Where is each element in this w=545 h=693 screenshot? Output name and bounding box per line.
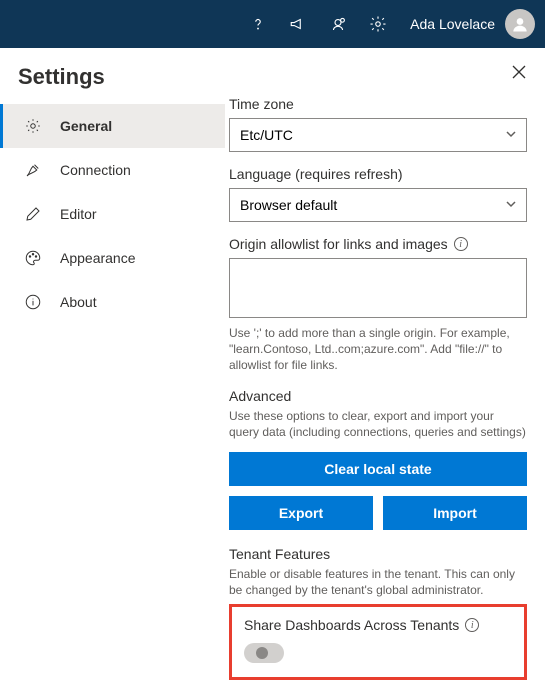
tenant-title: Tenant Features [229,546,527,562]
gear-icon [24,117,42,135]
share-dashboards-toggle[interactable] [244,643,284,663]
language-label: Language (requires refresh) [229,166,527,182]
help-icon[interactable] [240,6,276,42]
language-select[interactable]: Browser default [229,188,527,222]
nav-appearance[interactable]: Appearance [0,236,225,280]
user-name: Ada Lovelace [410,16,495,32]
timezone-label: Time zone [229,96,527,112]
pencil-icon [24,205,42,223]
settings-panel: Settings General Connection Editor Appea… [0,48,545,693]
gear-icon[interactable] [360,6,396,42]
nav-label: General [60,118,112,134]
sidebar: Settings General Connection Editor Appea… [0,48,225,693]
top-bar: Ada Lovelace [0,0,545,48]
import-button[interactable]: Import [383,496,527,530]
settings-title: Settings [0,64,225,104]
origin-hint: Use ';' to add more than a single origin… [229,325,527,374]
share-dashboards-callout: Share Dashboards Across Tenants i [229,604,527,680]
nav-connection[interactable]: Connection [0,148,225,192]
advanced-desc: Use these options to clear, export and i… [229,408,527,440]
nav-label: About [60,294,97,310]
palette-icon [24,249,42,267]
megaphone-icon[interactable] [280,6,316,42]
share-dashboards-label: Share Dashboards Across Tenants i [244,617,512,633]
avatar[interactable] [505,9,535,39]
plug-icon [24,161,42,179]
settings-main: Time zone Etc/UTC Language (requires ref… [225,48,545,693]
nav-label: Editor [60,206,97,222]
export-button[interactable]: Export [229,496,373,530]
nav-general[interactable]: General [0,104,225,148]
origin-input[interactable] [229,258,527,318]
timezone-select[interactable]: Etc/UTC [229,118,527,152]
close-icon[interactable] [511,64,527,85]
nav-editor[interactable]: Editor [0,192,225,236]
advanced-title: Advanced [229,388,527,404]
feedback-icon[interactable] [320,6,356,42]
info-icon [24,293,42,311]
settings-nav: General Connection Editor Appearance Abo… [0,104,225,324]
tenant-desc: Enable or disable features in the tenant… [229,566,527,598]
timezone-field: Time zone Etc/UTC [229,96,527,152]
clear-local-state-button[interactable]: Clear local state [229,452,527,486]
nav-about[interactable]: About [0,280,225,324]
nav-label: Appearance [60,250,136,266]
info-icon[interactable]: i [454,237,468,251]
origin-field: Origin allowlist for links and images i … [229,236,527,374]
nav-label: Connection [60,162,131,178]
origin-label: Origin allowlist for links and images i [229,236,527,252]
language-field: Language (requires refresh) Browser defa… [229,166,527,222]
info-icon[interactable]: i [465,618,479,632]
